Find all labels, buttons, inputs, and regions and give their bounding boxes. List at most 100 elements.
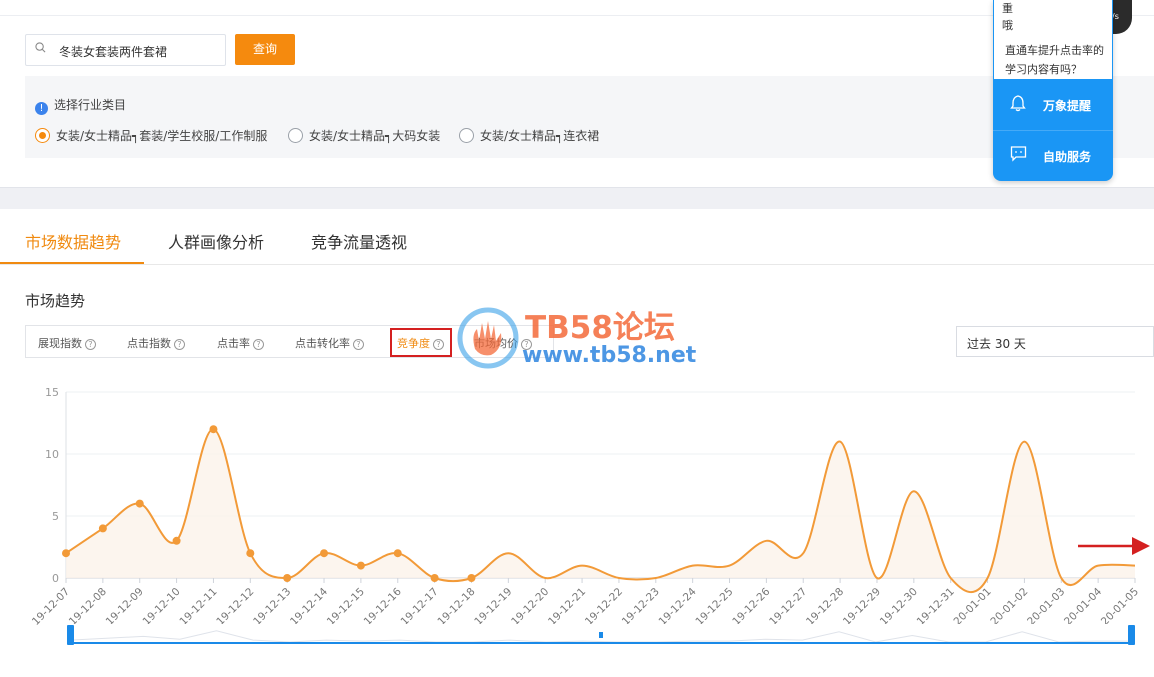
assistant-prompt[interactable]: 直通车提升点击率的学习内容有吗？ (1005, 41, 1107, 79)
x-tick-label: 19-12-11 (177, 586, 219, 628)
x-tick-label: 20-01-05 (1099, 586, 1141, 628)
y-tick-label: 5 (52, 510, 59, 523)
reminder-label: 万象提醒 (1043, 99, 1092, 113)
y-tick-label: 15 (45, 386, 59, 399)
watermark-logo (457, 307, 519, 369)
radio-icon (288, 128, 303, 143)
assistant-widget: 重 哦 直通车提升点击率的学习内容有吗？ 万象提醒 自助服务 (993, 0, 1113, 181)
metric-ctr[interactable]: 点击率? (217, 335, 264, 351)
x-tick-label: 19-12-28 (804, 586, 846, 628)
x-tick-label: 19-12-09 (104, 586, 146, 628)
reminder-button[interactable]: 万象提醒 (993, 80, 1113, 129)
x-tick-label: 19-12-14 (288, 585, 330, 627)
x-tick-label: 19-12-12 (214, 586, 256, 628)
trend-chart: 05101519-12-0719-12-0819-12-0919-12-1019… (30, 386, 1141, 645)
x-tick-label: 19-12-29 (841, 586, 883, 628)
x-tick-label: 19-12-10 (141, 586, 183, 628)
search-value: 冬装女套装两件套裙 (59, 45, 168, 59)
section-divider (0, 187, 1154, 209)
red-arrow-annotation (1078, 537, 1150, 555)
watermark-title: TB58论坛 (525, 310, 675, 346)
y-tick-label: 0 (52, 572, 59, 585)
x-tick-label: 20-01-03 (1025, 586, 1067, 628)
x-tick-label: 20-01-02 (988, 586, 1030, 628)
query-button[interactable]: 查询 (235, 34, 295, 65)
category-option-2[interactable]: 女装/女士精品┑大码女装 (288, 127, 440, 144)
data-point (172, 536, 181, 545)
y-tick-label: 10 (45, 448, 59, 461)
metric-highlight-box (390, 328, 452, 357)
help-icon: ? (253, 339, 264, 350)
watermark-url: www.tb58.net (522, 343, 697, 368)
data-point (467, 574, 476, 582)
zoom-handle-left (67, 625, 74, 645)
tab-audience-profile[interactable]: 人群画像分析 (168, 229, 264, 253)
category-title: ! 选择行业类目 (35, 96, 126, 115)
help-icon: ? (353, 339, 364, 350)
data-point (283, 574, 292, 582)
metric-impression-index[interactable]: 展现指数? (38, 335, 96, 351)
metric-label: 点击转化率 (295, 337, 350, 350)
x-tick-label: 19-12-23 (620, 586, 662, 628)
x-tick-label: 19-12-16 (362, 585, 404, 627)
x-tick-label: 19-12-25 (693, 586, 735, 628)
category-option-1[interactable]: 女装/女士精品┑套装/学生校服/工作制服 (35, 127, 267, 144)
x-tick-label: 19-12-26 (730, 585, 772, 627)
search-icon (35, 42, 46, 53)
active-tab-indicator (0, 262, 144, 264)
category-option-label: 女装/女士精品┑大码女装 (309, 129, 441, 143)
data-point (135, 499, 144, 508)
date-range-value: 过去 30 天 (967, 337, 1026, 351)
data-point (393, 549, 402, 558)
category-option-3[interactable]: 女装/女士精品┑连衣裙 (459, 127, 599, 144)
date-range-select[interactable]: 过去 30 天 (956, 326, 1154, 357)
x-tick-label: 19-12-20 (509, 586, 551, 628)
bell-icon (1010, 95, 1026, 112)
tab-market-trend[interactable]: 市场数据趋势 (25, 229, 121, 253)
x-tick-label: 19-12-18 (435, 586, 477, 628)
help-icon: ? (174, 339, 185, 350)
metric-conversion-rate[interactable]: 点击转化率? (295, 335, 364, 351)
main-tabs: 市场数据趋势 人群画像分析 竞争流量透视 (0, 208, 1154, 265)
help-icon: ? (85, 339, 96, 350)
chat-icon (1010, 146, 1027, 162)
category-option-label: 女装/女士精品┑套装/学生校服/工作制服 (56, 129, 268, 143)
section-title: 市场趋势 (25, 292, 86, 310)
x-tick-label: 19-12-08 (67, 586, 109, 628)
data-point (209, 425, 218, 434)
x-tick-label: 19-12-19 (472, 586, 514, 628)
x-tick-label: 20-01-04 (1062, 585, 1104, 627)
data-point (430, 574, 439, 582)
x-tick-label: 19-12-30 (878, 586, 920, 628)
data-point (98, 524, 107, 533)
category-title-text: 选择行业类目 (54, 98, 127, 112)
category-panel: ! 选择行业类目 女装/女士精品┑套装/学生校服/工作制服 女装/女士精品┑大码女… (25, 76, 1154, 158)
data-point (320, 549, 329, 558)
x-tick-label: 19-12-27 (767, 586, 809, 628)
zoom-handle-right (1128, 625, 1135, 645)
x-tick-label: 19-12-13 (251, 586, 293, 628)
data-point (356, 561, 365, 570)
radio-icon (459, 128, 474, 143)
metric-label: 展现指数 (38, 337, 82, 350)
data-point (246, 549, 255, 558)
category-option-label: 女装/女士精品┑连衣裙 (480, 129, 600, 143)
x-tick-label: 19-12-22 (583, 586, 625, 628)
radio-selected-icon (35, 128, 50, 143)
info-icon: ! (35, 102, 48, 115)
top-strip (0, 0, 1154, 16)
x-tick-label: 19-12-21 (546, 586, 588, 628)
self-service-button[interactable]: 自助服务 (993, 131, 1113, 180)
x-tick-label: 19-12-31 (915, 586, 957, 628)
zoom-handle-center (599, 632, 603, 638)
data-point (62, 549, 70, 558)
assistant-cut-text: 重 哦 (1002, 2, 1013, 32)
x-tick-label: 19-12-24 (657, 585, 699, 627)
metric-click-index[interactable]: 点击指数? (127, 335, 185, 351)
assistant-prompt-panel: 重 哦 直通车提升点击率的学习内容有吗？ (994, 0, 1112, 79)
x-tick-label: 19-12-07 (30, 586, 72, 628)
self-service-label: 自助服务 (1043, 150, 1092, 164)
tab-competition-traffic[interactable]: 竞争流量透视 (311, 229, 407, 253)
search-input[interactable]: 冬装女套装两件套裙 (25, 34, 226, 66)
metric-label: 点击指数 (127, 337, 171, 350)
